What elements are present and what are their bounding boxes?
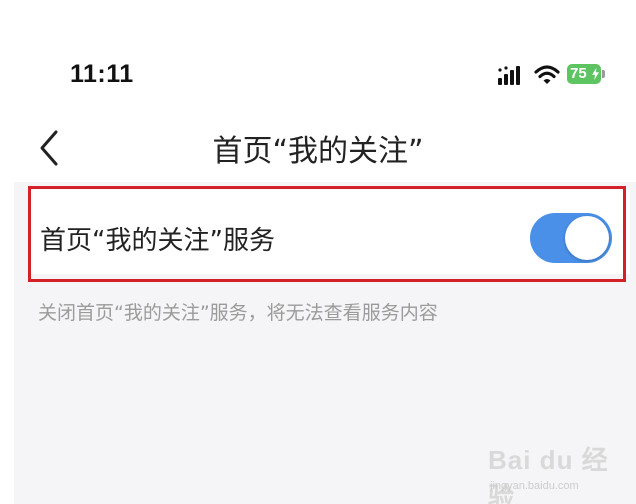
battery-level: 75 [570,65,587,82]
battery-tip [602,70,605,78]
watermark-url: jingyan.baidu.com [490,480,579,492]
status-bar: 11:11 75 [0,0,636,110]
toggle-knob [565,216,609,260]
page-title: 首页“我的关注” [212,134,424,169]
watermark: Bai du 经验 jingyan.baidu.com [488,440,628,504]
my-follow-service-toggle[interactable] [530,213,612,263]
setting-label: 首页“我的关注”服务 [40,226,275,256]
screen: 11:11 75 首页“我的关注” 首页“我的关注”服务 关闭首页“我的关注”服… [0,0,636,504]
wifi-icon [534,65,560,84]
setting-hint: 关闭首页“我的关注”服务，将无法查看服务内容 [38,302,438,324]
nav-bar: 首页“我的关注” [0,110,636,182]
signal-icon [498,66,520,85]
watermark-logo: Bai du 经验 [488,445,609,504]
battery-body: 75 [567,64,601,84]
charging-bolt-icon [592,67,599,81]
status-time: 11:11 [70,60,134,88]
battery-icon: 75 [567,64,609,86]
